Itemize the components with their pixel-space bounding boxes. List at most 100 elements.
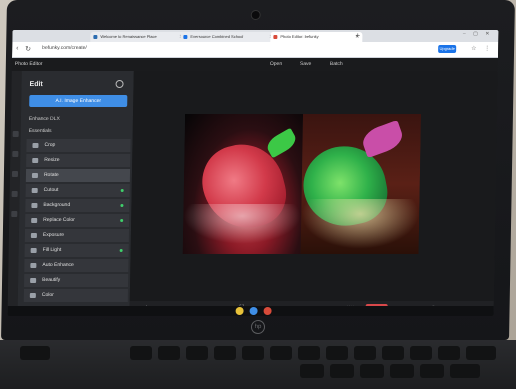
keyboard-key <box>450 364 480 378</box>
tool-label: Fill Light <box>42 247 62 253</box>
tool-rail-icon[interactable] <box>11 171 19 177</box>
browser-tab-strip: Welcome to Renaissance Place ✕ Eversourc… <box>12 30 499 42</box>
keyboard-key <box>242 346 264 360</box>
keyboard-key <box>420 364 444 378</box>
keyboard-key <box>438 346 460 360</box>
crop-icon <box>32 143 39 148</box>
tab-label: Eversource Combined School <box>190 34 244 39</box>
upgrade-button[interactable]: Upgrade <box>438 45 457 53</box>
tool-rail-icon[interactable] <box>12 151 19 157</box>
laptop-screen: Welcome to Renaissance Place ✕ Eversourc… <box>7 30 499 316</box>
keyboard-key <box>390 364 414 378</box>
keyboard-key <box>354 346 376 360</box>
tool-rail-icon[interactable] <box>11 191 18 197</box>
replace-color-icon <box>31 218 38 223</box>
tool-crop[interactable]: Crop <box>26 139 131 152</box>
image-canvas[interactable]: ⚙ ▦ ▣ ⛶ ◫ ⊖ 46% Save ↶ ↷ ↺ <box>129 71 498 316</box>
keyboard-key <box>186 346 208 360</box>
fill-light-icon <box>30 248 37 253</box>
panel-title: Edit <box>29 81 43 88</box>
browser-tab[interactable]: Welcome to Renaissance Place ✕ <box>90 32 187 42</box>
cutout-icon <box>31 188 38 193</box>
keyboard-key <box>158 346 180 360</box>
open-menu[interactable]: Open <box>270 61 282 67</box>
back-arrow-icon[interactable]: ‹ <box>16 45 18 52</box>
browser-menu-icon[interactable]: ☆ ⋮ <box>471 45 493 52</box>
tool-color[interactable]: Color <box>23 289 128 302</box>
green-leaf <box>264 127 300 159</box>
files-icon[interactable] <box>249 307 258 315</box>
window-controls[interactable]: – ▢ ✕ <box>463 31 493 37</box>
tool-label: Rotate <box>43 172 59 178</box>
tool-label: Background <box>43 202 71 208</box>
color-icon <box>29 293 36 298</box>
app-icon[interactable] <box>263 307 272 315</box>
webcam <box>250 10 261 20</box>
tool-label: Resize <box>44 157 60 163</box>
keyboard-key <box>20 346 50 360</box>
keyboard-key <box>410 346 432 360</box>
edited-photo <box>296 114 422 254</box>
new-badge-icon <box>120 189 124 192</box>
golden-splash <box>300 199 420 249</box>
tool-label: Exposure <box>42 232 65 238</box>
reload-icon[interactable]: ↻ <box>25 45 31 53</box>
tool-rail-icon[interactable] <box>11 211 18 217</box>
keyboard-key <box>130 346 152 360</box>
section-enhance-dlx[interactable]: Enhance DLX <box>29 116 60 122</box>
os-shelf: 46% <box>7 306 494 316</box>
browser-tab-active[interactable]: Photo Editor: befunky ✕ <box>270 32 363 42</box>
new-badge-icon <box>120 204 124 207</box>
keyboard-key <box>270 346 292 360</box>
auto-enhance-icon <box>30 263 37 268</box>
keyboard-key <box>298 346 320 360</box>
tool-label: Auto Enhance <box>42 262 74 268</box>
tool-label: Color <box>41 292 54 298</box>
keyboard-key <box>214 346 236 360</box>
keyboard-key <box>360 364 384 378</box>
tool-rail-icon[interactable] <box>12 131 19 137</box>
tool-resize[interactable]: Resize <box>26 154 131 167</box>
batch-menu[interactable]: Batch <box>330 61 343 67</box>
exposure-icon <box>30 233 37 238</box>
tab-label: Photo Editor: befunky <box>280 34 319 39</box>
save-menu[interactable]: Save <box>300 61 312 67</box>
tool-cutout[interactable]: Cutout <box>25 184 130 197</box>
tool-label: Replace Color <box>43 217 75 223</box>
resize-icon <box>32 158 39 163</box>
keyboard-key <box>300 364 324 378</box>
browser-tab[interactable]: Eversource Combined School ✕ <box>180 32 277 42</box>
new-tab-button[interactable]: + <box>355 31 360 40</box>
chrome-icon[interactable] <box>235 307 244 315</box>
tab-label: Welcome to Renaissance Place <box>100 34 157 39</box>
ai-image-enhancer-button[interactable]: A.I. Image Enhancer <box>29 95 128 107</box>
keyboard-key <box>466 346 496 360</box>
new-badge-icon <box>120 219 124 222</box>
tool-replace-color[interactable]: Replace Color <box>25 214 130 227</box>
original-photo <box>182 114 304 254</box>
tool-rotate[interactable]: Rotate <box>25 169 131 182</box>
tool-beautify[interactable]: Beautify <box>24 274 129 287</box>
pink-leaf <box>359 119 406 159</box>
tool-auto-enhance[interactable]: Auto Enhance <box>24 259 129 272</box>
beautify-icon <box>30 278 37 283</box>
app-title: Photo Editor <box>14 61 43 67</box>
info-icon[interactable] <box>115 80 124 88</box>
background-icon <box>31 203 38 208</box>
keyboard-key <box>326 346 348 360</box>
tool-exposure[interactable]: Exposure <box>24 229 130 242</box>
tool-background[interactable]: Background <box>25 199 130 212</box>
keyboard-key <box>330 364 354 378</box>
tool-label: Beautify <box>42 277 61 283</box>
tool-fill-light[interactable]: Fill Light <box>24 244 129 257</box>
app-header: Photo Editor Open Save Batch <box>11 58 499 72</box>
url-field[interactable]: befunky.com/create/ <box>42 45 87 51</box>
tab-favicon-icon <box>93 35 98 39</box>
rotate-icon <box>31 173 38 178</box>
keyboard-key <box>382 346 404 360</box>
tool-label: Cutout <box>43 187 59 193</box>
water-splash <box>182 204 302 244</box>
photo-comparison <box>182 114 422 254</box>
section-essentials[interactable]: Essentials <box>29 128 52 134</box>
tool-label: Crop <box>44 142 56 148</box>
